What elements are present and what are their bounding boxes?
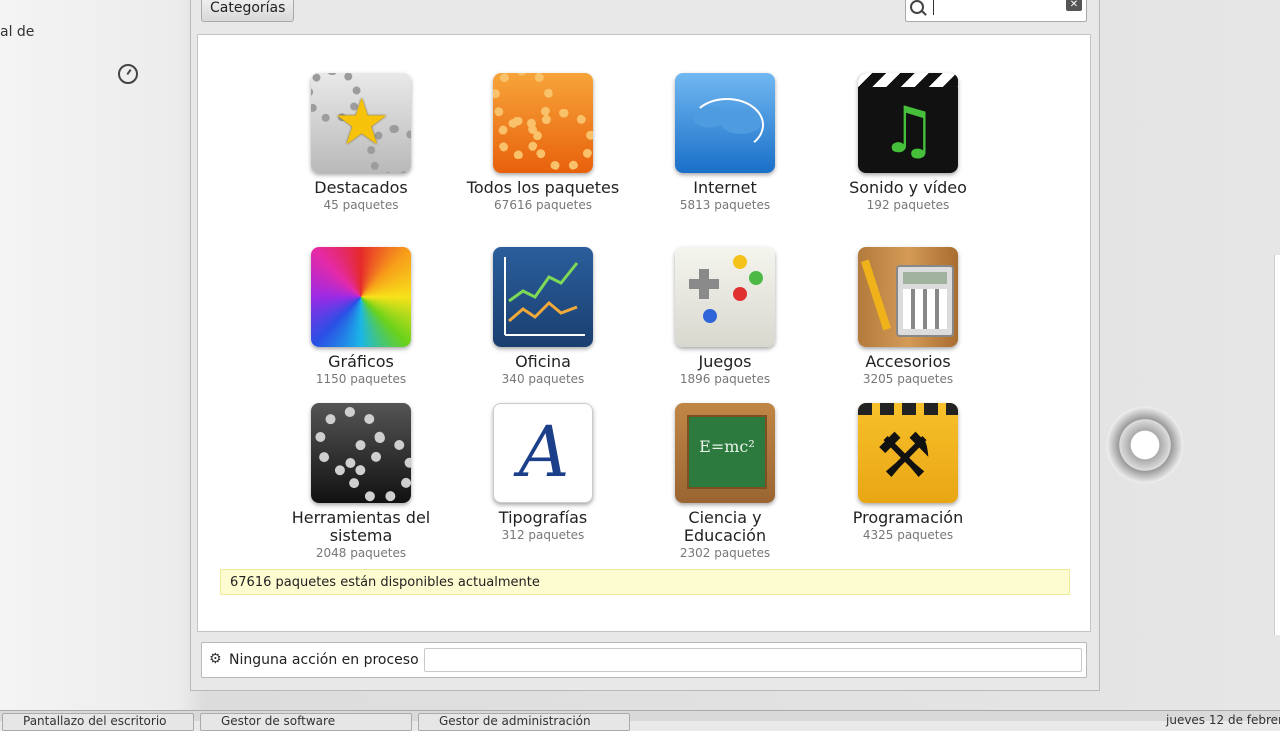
desktop-logo: [1100, 400, 1190, 490]
category-internet[interactable]: Internet 5813 paquetes: [645, 73, 805, 213]
category-count: 3205 paquetes: [862, 372, 954, 386]
category-count: 1150 paquetes: [315, 372, 407, 386]
taskbar-item[interactable]: Pantallazo del escritorio: [2, 713, 194, 731]
gamepad-icon: [675, 247, 775, 347]
taskbar-item[interactable]: Gestor de software: [200, 713, 412, 731]
category-count: 2048 paquetes: [315, 546, 407, 560]
packages-available-status: 67616 paquetes están disponibles actualm…: [220, 569, 1070, 595]
category-count: 1896 paquetes: [679, 372, 771, 386]
taskbar-item[interactable]: Gestor de administración: [418, 713, 630, 731]
category-grid: ★ Destacados 45 paquetes Todos los paque…: [198, 35, 1090, 575]
category-name: Juegos: [698, 352, 752, 371]
category-name: Tipografías: [498, 508, 588, 527]
category-programacion[interactable]: ⚒ Programación 4325 paquetes: [828, 403, 988, 543]
clapperboard-music-icon: ♫: [858, 73, 958, 173]
chalkboard-icon: E=mc²: [675, 403, 775, 503]
category-name: Herramientas del sistema: [291, 508, 431, 545]
category-accesorios[interactable]: Accesorios 3205 paquetes: [828, 247, 988, 387]
clear-search-icon[interactable]: ✕: [1066, 0, 1082, 11]
category-count: 4325 paquetes: [862, 528, 954, 542]
category-name: Gráficos: [328, 352, 394, 371]
desktop-partial-text: al de: [0, 24, 35, 40]
progress-field: [424, 648, 1082, 672]
category-count: 312 paquetes: [501, 528, 585, 542]
category-oficina[interactable]: Oficina 340 paquetes: [463, 247, 623, 387]
taskbar: Pantallazo del escritorio Gestor de soft…: [0, 710, 1280, 731]
taskbar-clock[interactable]: jueves 12 de febrero, 22:...: [1166, 713, 1280, 727]
category-count: 67616 paquetes: [494, 198, 592, 212]
system-tools-gears-icon: [311, 403, 411, 503]
office-chart-icon: [493, 247, 593, 347]
category-name: Sonido y vídeo: [849, 178, 967, 197]
color-wheel-icon: [311, 247, 411, 347]
category-ciencia[interactable]: E=mc² Ciencia y Educación 2302 paquetes: [645, 403, 805, 561]
category-count: 340 paquetes: [501, 372, 585, 386]
gear-icon: ⚙: [209, 651, 222, 667]
text-caret: [933, 0, 934, 15]
category-name: Todos los paquetes: [466, 178, 620, 197]
search-icon: [910, 0, 924, 14]
software-manager-window: Categorías ✕ ★ Destacados 45 paquetes To…: [190, 0, 1100, 691]
calculator-pencil-icon: [858, 247, 958, 347]
category-name: Accesorios: [865, 352, 951, 371]
category-name: Destacados: [314, 178, 408, 197]
category-herramientas[interactable]: Herramientas del sistema 2048 paquetes: [281, 403, 441, 561]
category-count: 2302 paquetes: [679, 546, 771, 560]
categories-button[interactable]: Categorías: [201, 0, 295, 22]
category-count: 45 paquetes: [323, 198, 399, 212]
category-todos[interactable]: Todos los paquetes 67616 paquetes: [463, 73, 623, 213]
clock-icon: [118, 64, 138, 84]
category-sonido-video[interactable]: ♫ Sonido y vídeo 192 paquetes: [828, 73, 988, 213]
category-count: 192 paquetes: [866, 198, 950, 212]
category-juegos[interactable]: Juegos 1896 paquetes: [645, 247, 805, 387]
construction-worker-icon: ⚒: [858, 403, 958, 503]
category-graficos[interactable]: Gráficos 1150 paquetes: [281, 247, 441, 387]
category-name: Internet: [693, 178, 757, 197]
chalkboard-equation: E=mc²: [699, 437, 755, 456]
categories-panel: ★ Destacados 45 paquetes Todos los paque…: [197, 34, 1091, 632]
font-letter-a-icon: A: [493, 403, 593, 503]
category-destacados[interactable]: ★ Destacados 45 paquetes: [281, 73, 441, 213]
internet-globe-icon: [675, 73, 775, 173]
category-name: Programación: [852, 508, 964, 527]
background-window-edge: [1274, 255, 1280, 635]
all-packages-gears-icon: [493, 73, 593, 173]
category-tipografias[interactable]: A Tipografías 312 paquetes: [463, 403, 623, 543]
progress-label: Ninguna acción en proceso: [229, 652, 419, 668]
featured-star-icon: ★: [311, 73, 411, 173]
progress-bar: ⚙ Ninguna acción en proceso: [201, 642, 1087, 678]
search-input[interactable]: ✕: [905, 0, 1087, 22]
category-name: Ciencia y Educación: [683, 508, 767, 545]
category-name: Oficina: [515, 352, 571, 371]
category-count: 5813 paquetes: [679, 198, 771, 212]
